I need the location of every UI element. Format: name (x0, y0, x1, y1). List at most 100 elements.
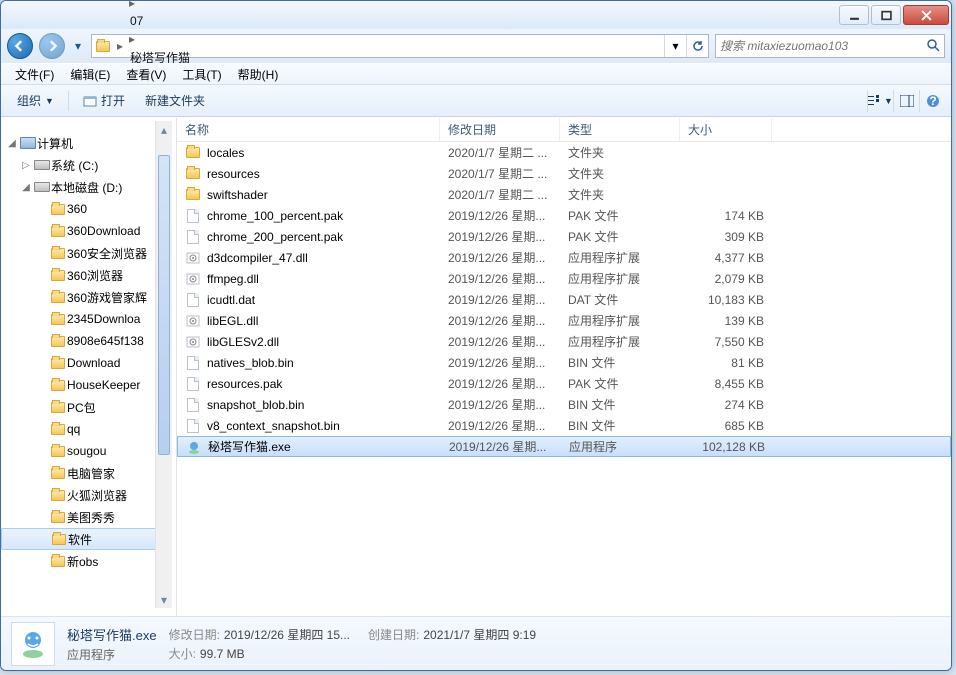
tree-item-1[interactable]: 360Download (1, 220, 159, 242)
refresh-button[interactable] (686, 35, 708, 57)
file-name: ffmpeg.dll (207, 272, 259, 286)
search-box[interactable] (715, 34, 945, 58)
list-row[interactable]: 秘塔写作猫.exe2019/12/26 星期...应用程序102,128 KB (177, 436, 951, 457)
open-button[interactable]: 打开 (73, 88, 135, 113)
header-name[interactable]: 名称 (177, 118, 440, 141)
tree-item-2[interactable]: 360安全浏览器 (1, 242, 159, 264)
header-size[interactable]: 大小 (680, 118, 772, 141)
list-row[interactable]: v8_context_snapshot.bin2019/12/26 星期...B… (177, 415, 951, 436)
file-name: chrome_100_percent.pak (207, 209, 343, 223)
tree-item-14[interactable]: 美图秀秀 (1, 506, 159, 528)
details-filename: 秘塔写作猫.exe (67, 625, 157, 644)
tree-item-6[interactable]: 8908e645f138 (1, 330, 159, 352)
tree-item-16[interactable]: 新obs (1, 550, 159, 572)
file-name: icudtl.dat (207, 293, 255, 307)
tree-computer[interactable]: ◢计算机 (1, 132, 159, 154)
organize-button[interactable]: 组织 ▼ (7, 88, 64, 113)
file-name: resources (207, 167, 260, 181)
file-type: BIN 文件 (560, 354, 680, 371)
list-row[interactable]: chrome_100_percent.pak2019/12/26 星期...PA… (177, 205, 951, 226)
maximize-button[interactable] (871, 5, 901, 25)
list-row[interactable]: swiftshader2020/1/7 星期二 ...文件夹 (177, 184, 951, 205)
new-folder-button[interactable]: 新建文件夹 (135, 88, 215, 113)
file-type: 文件夹 (560, 144, 680, 161)
file-name: natives_blob.bin (207, 356, 294, 370)
tree-item-0[interactable]: 360 (1, 198, 159, 220)
tree-c-drive[interactable]: ▷系统 (C:) (1, 154, 159, 176)
tree-item-4[interactable]: 360游戏管家辉 (1, 286, 159, 308)
breadcrumb-chevron[interactable]: ▸ (126, 0, 138, 10)
file-type: 应用程序扩展 (560, 270, 680, 287)
list-row[interactable]: icudtl.dat2019/12/26 星期...DAT 文件10,183 K… (177, 289, 951, 310)
list-row[interactable]: d3dcompiler_47.dll2019/12/26 星期...应用程序扩展… (177, 247, 951, 268)
tree-item-3[interactable]: 360浏览器 (1, 264, 159, 286)
preview-pane-button[interactable] (893, 90, 919, 112)
file-type: 应用程序 (561, 438, 681, 455)
tree-item-12[interactable]: 电脑管家 (1, 462, 159, 484)
list-row[interactable]: libEGL.dll2019/12/26 星期...应用程序扩展139 KB (177, 310, 951, 331)
header-date[interactable]: 修改日期 (440, 118, 560, 141)
close-button[interactable] (903, 5, 949, 25)
tree-item-5[interactable]: 2345Downloa (1, 308, 159, 330)
menu-help[interactable]: 帮助(H) (230, 64, 287, 85)
file-size: 7,550 KB (680, 335, 772, 349)
tree-d-drive[interactable]: ◢本地磁盘 (D:) (1, 176, 159, 198)
nav-forward-button[interactable] (39, 33, 65, 59)
file-icon (185, 376, 201, 392)
file-size: 309 KB (680, 230, 772, 244)
list-row[interactable]: locales2020/1/7 星期二 ...文件夹 (177, 142, 951, 163)
list-row[interactable]: chrome_200_percent.pak2019/12/26 星期...PA… (177, 226, 951, 247)
list-row[interactable]: resources.pak2019/12/26 星期...PAK 文件8,455… (177, 373, 951, 394)
file-name: d3dcompiler_47.dll (207, 251, 308, 265)
tree-item-13[interactable]: 火狐浏览器 (1, 484, 159, 506)
search-icon[interactable] (926, 38, 940, 55)
scroll-thumb[interactable] (158, 155, 170, 455)
details-size-value: 99.7 MB (200, 647, 245, 661)
file-date: 2019/12/26 星期... (440, 354, 560, 371)
breadcrumb-2[interactable]: 07 (126, 10, 235, 32)
menu-file[interactable]: 文件(F) (7, 64, 62, 85)
nav-back-button[interactable] (7, 33, 33, 59)
file-type: DAT 文件 (560, 291, 680, 308)
tree-item-7[interactable]: Download (1, 352, 159, 374)
list-row[interactable]: snapshot_blob.bin2019/12/26 星期...BIN 文件2… (177, 394, 951, 415)
file-name: chrome_200_percent.pak (207, 230, 343, 244)
file-date: 2019/12/26 星期... (440, 270, 560, 287)
tree-item-8[interactable]: HouseKeeper (1, 374, 159, 396)
crumb-root-chevron[interactable]: ▸ (114, 39, 126, 53)
minimize-button[interactable] (839, 5, 869, 25)
scroll-up-arrow[interactable]: ▴ (156, 121, 172, 138)
address-bar[interactable]: ▸ 软件▸1月▸07▸秘塔写作猫▸mitaxiezuomao103▸mitaxi… (91, 34, 709, 58)
breadcrumb-chevron[interactable]: ▸ (126, 32, 138, 46)
search-input[interactable] (720, 39, 926, 53)
file-date: 2019/12/26 星期... (440, 333, 560, 350)
file-icon (186, 439, 202, 455)
explorer-window: ▾ ▸ 软件▸1月▸07▸秘塔写作猫▸mitaxiezuomao103▸mita… (0, 0, 952, 671)
nav-history-dropdown[interactable]: ▾ (71, 38, 85, 54)
details-created-label: 创建日期: (368, 628, 419, 642)
file-icon (185, 397, 201, 413)
nav-scrollbar[interactable]: ▴ ▾ (155, 121, 172, 608)
address-row: ▾ ▸ 软件▸1月▸07▸秘塔写作猫▸mitaxiezuomao103▸mita… (1, 29, 951, 63)
menu-tools[interactable]: 工具(T) (174, 64, 229, 85)
tree-item-10[interactable]: qq (1, 418, 159, 440)
help-button[interactable]: ? (919, 90, 945, 112)
list-row[interactable]: ffmpeg.dll2019/12/26 星期...应用程序扩展2,079 KB (177, 268, 951, 289)
tree-item-15[interactable]: 软件 (1, 528, 159, 550)
body: ◢计算机▷系统 (C:)◢本地磁盘 (D:)360360Download360安… (1, 117, 951, 616)
tree-item-9[interactable]: PC包 (1, 396, 159, 418)
header-type[interactable]: 类型 (560, 118, 680, 141)
address-dropdown[interactable]: ▾ (664, 35, 686, 57)
view-options-button[interactable]: ▼ (867, 90, 893, 112)
list-row[interactable]: resources2020/1/7 星期二 ...文件夹 (177, 163, 951, 184)
menu-edit[interactable]: 编辑(E) (62, 64, 118, 85)
list-row[interactable]: natives_blob.bin2019/12/26 星期...BIN 文件81… (177, 352, 951, 373)
file-icon (185, 145, 201, 161)
file-size: 685 KB (680, 419, 772, 433)
menu-view[interactable]: 查看(V) (118, 64, 174, 85)
tree-item-11[interactable]: sougou (1, 440, 159, 462)
details-mod-label: 修改日期: (169, 628, 220, 642)
list-row[interactable]: libGLESv2.dll2019/12/26 星期...应用程序扩展7,550… (177, 331, 951, 352)
folder-tree[interactable]: ◢计算机▷系统 (C:)◢本地磁盘 (D:)360360Download360安… (1, 132, 159, 572)
scroll-down-arrow[interactable]: ▾ (156, 591, 172, 608)
